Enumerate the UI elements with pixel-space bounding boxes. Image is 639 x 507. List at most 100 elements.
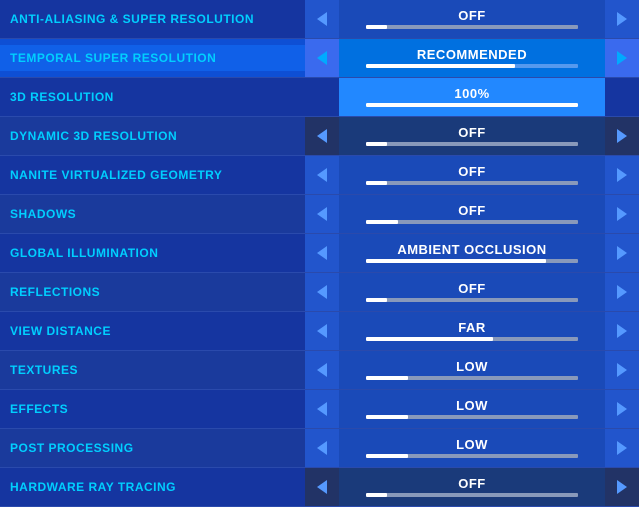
setting-label-effects: EFFECTS <box>0 396 305 422</box>
value-area-reflections: OFF <box>339 273 605 311</box>
arrow-right-icon-nanite <box>617 168 627 182</box>
setting-row-nanite: NANITE VIRTUALIZED GEOMETRY OFF <box>0 156 639 195</box>
setting-label-dynamic-3d-resolution: DYNAMIC 3D RESOLUTION <box>0 123 305 149</box>
setting-control-dynamic-3d-resolution: OFF <box>305 117 639 155</box>
setting-control-anti-aliasing: OFF <box>305 0 639 38</box>
progress-fill-shadows <box>366 220 398 224</box>
progress-fill-view-distance <box>366 337 494 341</box>
arrow-left-icon-nanite <box>317 168 327 182</box>
setting-row-view-distance: VIEW DISTANCE FAR <box>0 312 639 351</box>
value-area-anti-aliasing: OFF <box>339 0 605 38</box>
progress-fill-3d-resolution <box>366 103 579 107</box>
value-text-nanite: OFF <box>458 165 486 178</box>
value-text-post-processing: LOW <box>456 438 488 451</box>
progress-fill-nanite <box>366 181 387 185</box>
setting-row-effects: EFFECTS LOW <box>0 390 639 429</box>
setting-row-reflections: REFLECTIONS OFF <box>0 273 639 312</box>
arrow-right-view-distance[interactable] <box>605 312 639 350</box>
arrow-right-global-illumination[interactable] <box>605 234 639 272</box>
progress-bar-textures <box>366 376 579 380</box>
progress-fill-post-processing <box>366 454 409 458</box>
progress-fill-effects <box>366 415 409 419</box>
setting-row-3d-resolution: 3D RESOLUTION 100% <box>0 78 639 117</box>
arrow-right-icon-temporal-super-resolution <box>617 51 627 65</box>
setting-control-effects: LOW <box>305 390 639 428</box>
arrow-left-global-illumination[interactable] <box>305 234 339 272</box>
arrow-left-icon-hardware-ray-tracing <box>317 480 327 494</box>
arrow-right-icon-view-distance <box>617 324 627 338</box>
value-area-3d-resolution: 100% <box>339 78 605 116</box>
setting-row-temporal-super-resolution: TEMPORAL SUPER RESOLUTION RECOMMENDED <box>0 39 639 78</box>
setting-row-dynamic-3d-resolution: DYNAMIC 3D RESOLUTION OFF <box>0 117 639 156</box>
value-area-shadows: OFF <box>339 195 605 233</box>
setting-label-post-processing: POST PROCESSING <box>0 435 305 461</box>
setting-control-3d-resolution: 100% <box>305 78 639 116</box>
arrow-right-temporal-super-resolution[interactable] <box>605 39 639 77</box>
setting-control-textures: LOW <box>305 351 639 389</box>
arrow-right-post-processing[interactable] <box>605 429 639 467</box>
value-text-view-distance: FAR <box>458 321 486 334</box>
arrow-right-anti-aliasing[interactable] <box>605 0 639 38</box>
arrow-left-post-processing[interactable] <box>305 429 339 467</box>
arrow-left-hardware-ray-tracing[interactable] <box>305 468 339 506</box>
arrow-left-dynamic-3d-resolution[interactable] <box>305 117 339 155</box>
progress-bar-anti-aliasing <box>366 25 579 29</box>
value-area-textures: LOW <box>339 351 605 389</box>
arrow-left-textures[interactable] <box>305 351 339 389</box>
value-text-anti-aliasing: OFF <box>458 9 486 22</box>
value-text-shadows: OFF <box>458 204 486 217</box>
progress-bar-3d-resolution <box>366 103 579 107</box>
progress-fill-global-illumination <box>366 259 547 263</box>
value-text-dynamic-3d-resolution: OFF <box>458 126 486 139</box>
setting-label-3d-resolution: 3D RESOLUTION <box>0 84 305 110</box>
arrow-left-nanite[interactable] <box>305 156 339 194</box>
arrow-right-icon-anti-aliasing <box>617 12 627 26</box>
setting-label-hardware-ray-tracing: HARDWARE RAY TRACING <box>0 474 305 500</box>
arrow-left-icon-view-distance <box>317 324 327 338</box>
value-text-hardware-ray-tracing: OFF <box>458 477 486 490</box>
progress-fill-reflections <box>366 298 387 302</box>
arrow-right-icon-global-illumination <box>617 246 627 260</box>
value-area-global-illumination: AMBIENT OCCLUSION <box>339 234 605 272</box>
value-text-3d-resolution: 100% <box>454 87 489 100</box>
arrow-right-textures[interactable] <box>605 351 639 389</box>
arrow-left-icon-reflections <box>317 285 327 299</box>
progress-bar-reflections <box>366 298 579 302</box>
value-text-effects: LOW <box>456 399 488 412</box>
value-text-reflections: OFF <box>458 282 486 295</box>
arrow-right-reflections[interactable] <box>605 273 639 311</box>
arrow-left-anti-aliasing[interactable] <box>305 0 339 38</box>
progress-bar-effects <box>366 415 579 419</box>
arrow-left-icon-textures <box>317 363 327 377</box>
arrow-left-reflections[interactable] <box>305 273 339 311</box>
arrow-left-shadows[interactable] <box>305 195 339 233</box>
setting-label-temporal-super-resolution: TEMPORAL SUPER RESOLUTION <box>0 45 305 71</box>
progress-bar-post-processing <box>366 454 579 458</box>
arrow-left-icon-dynamic-3d-resolution <box>317 129 327 143</box>
arrow-left-temporal-super-resolution[interactable] <box>305 39 339 77</box>
arrow-right-nanite[interactable] <box>605 156 639 194</box>
value-area-temporal-super-resolution: RECOMMENDED <box>339 39 605 77</box>
setting-row-shadows: SHADOWS OFF <box>0 195 639 234</box>
arrow-right-shadows[interactable] <box>605 195 639 233</box>
setting-row-hardware-ray-tracing: HARDWARE RAY TRACING OFF <box>0 468 639 507</box>
setting-label-reflections: REFLECTIONS <box>0 279 305 305</box>
value-area-hardware-ray-tracing: OFF <box>339 468 605 506</box>
setting-control-view-distance: FAR <box>305 312 639 350</box>
progress-bar-temporal-super-resolution <box>366 64 579 68</box>
arrow-right-icon-textures <box>617 363 627 377</box>
arrow-left-view-distance[interactable] <box>305 312 339 350</box>
arrow-right-effects[interactable] <box>605 390 639 428</box>
value-area-view-distance: FAR <box>339 312 605 350</box>
arrow-right-dynamic-3d-resolution[interactable] <box>605 117 639 155</box>
setting-label-textures: TEXTURES <box>0 357 305 383</box>
value-area-post-processing: LOW <box>339 429 605 467</box>
setting-control-reflections: OFF <box>305 273 639 311</box>
setting-row-textures: TEXTURES LOW <box>0 351 639 390</box>
arrow-right-hardware-ray-tracing[interactable] <box>605 468 639 506</box>
arrow-left-effects[interactable] <box>305 390 339 428</box>
progress-fill-textures <box>366 376 409 380</box>
arrow-right-icon-effects <box>617 402 627 416</box>
setting-label-global-illumination: GLOBAL ILLUMINATION <box>0 240 305 266</box>
value-area-nanite: OFF <box>339 156 605 194</box>
